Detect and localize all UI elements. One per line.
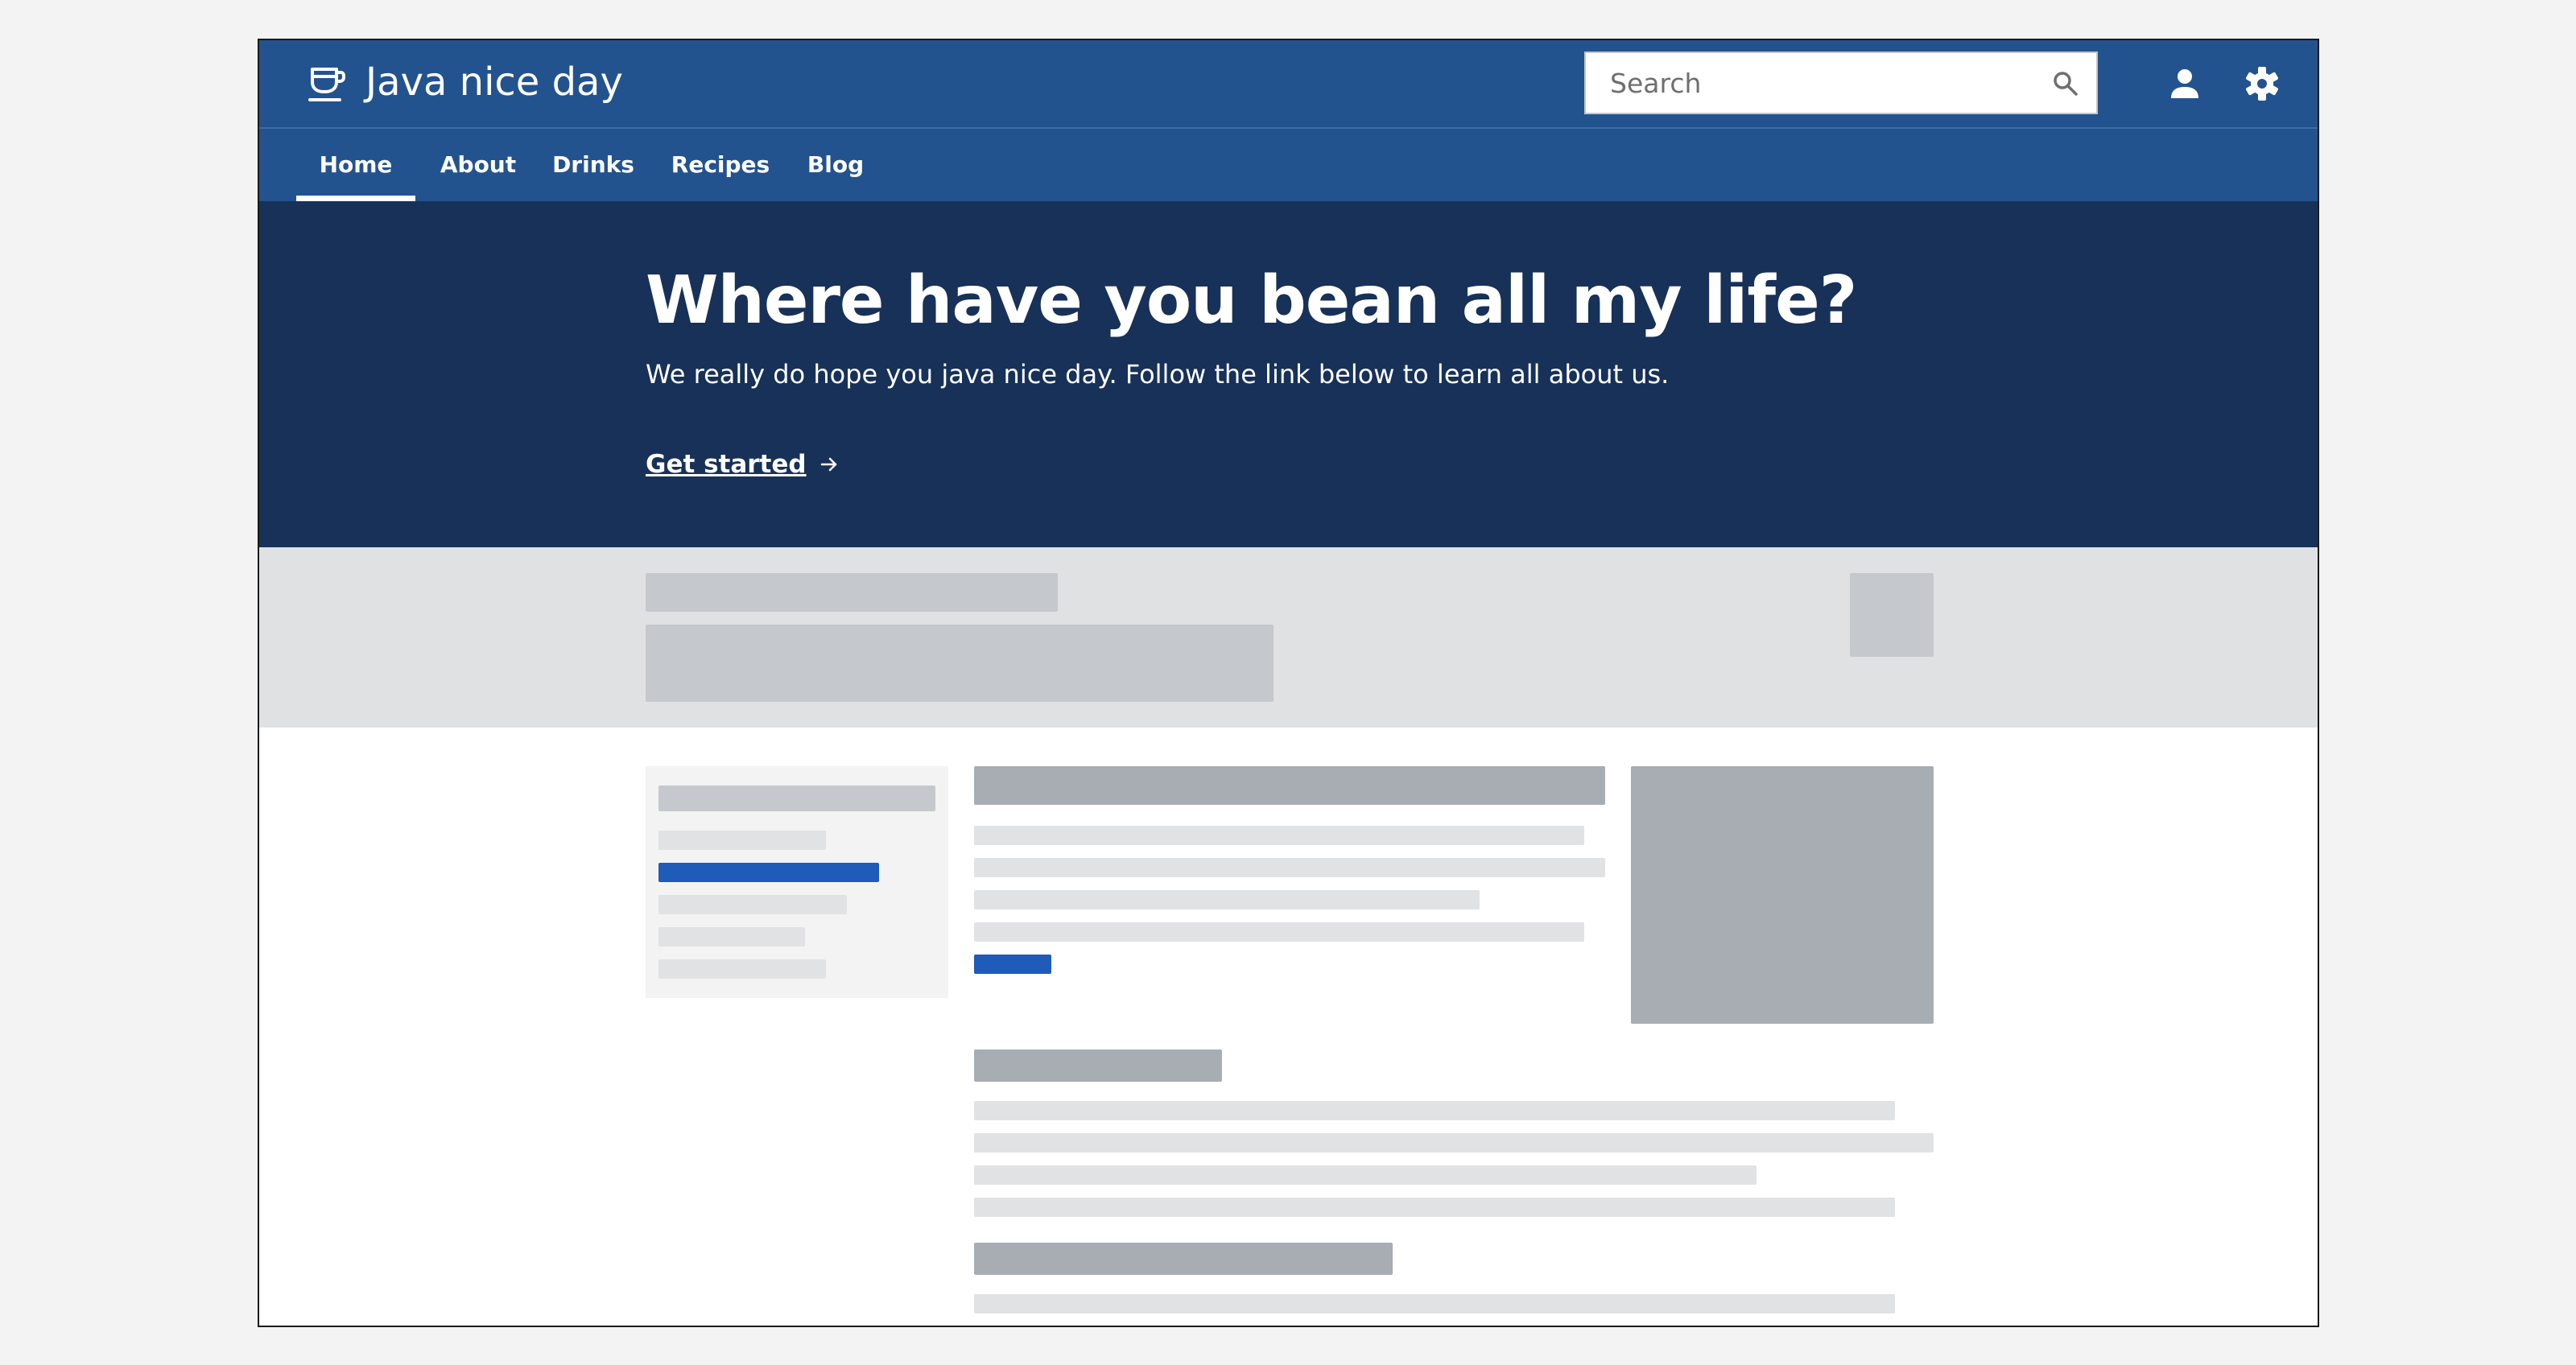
tab-home[interactable]: Home: [296, 129, 415, 201]
tab-drinks[interactable]: Drinks: [543, 129, 644, 201]
skeleton-line: [658, 927, 805, 946]
search-box[interactable]: [1584, 52, 2098, 114]
app-title[interactable]: Java nice day: [365, 58, 623, 106]
user-icon: [2171, 69, 2198, 98]
skeleton-line: [974, 922, 1584, 942]
skeleton-line: [974, 890, 1480, 909]
skeleton-line: [974, 1133, 1934, 1153]
skeleton-line: [974, 826, 1584, 845]
skeleton-band: [259, 547, 2318, 728]
gear-icon: [2246, 67, 2278, 101]
app-header: Java nice day: [259, 40, 2318, 129]
skeleton-link: [974, 955, 1051, 974]
skeleton-line: [974, 858, 1605, 877]
skeleton-line: [658, 959, 826, 979]
skeleton-heading: [974, 1243, 1393, 1275]
skeleton-line: [974, 1294, 1895, 1313]
get-started-link[interactable]: Get started: [646, 444, 839, 485]
skeleton-thumbnail: [1850, 573, 1934, 657]
tab-blog[interactable]: Blog: [795, 129, 876, 201]
skeleton-heading: [974, 766, 1605, 805]
tab-recipes[interactable]: Recipes: [662, 129, 779, 201]
get-started-label: Get started: [646, 450, 807, 479]
arrow-right-icon: [819, 444, 839, 485]
skeleton-line: [658, 831, 826, 850]
skeleton-side-panel: [646, 766, 948, 998]
search-icon[interactable]: [2051, 69, 2080, 98]
skeleton-block: [646, 625, 1274, 702]
main-nav: Home About Drinks Recipes Blog: [259, 129, 2318, 201]
hero-title: Where have you bean all my life?: [646, 262, 1857, 339]
skeleton-line: [658, 786, 935, 811]
skeleton-heading: [974, 1050, 1222, 1082]
search-input[interactable]: [1587, 55, 2038, 111]
tab-about[interactable]: About: [431, 129, 525, 201]
skeleton-line: [974, 1165, 1757, 1185]
hero-banner: Where have you bean all my life? We real…: [259, 201, 2318, 547]
skeleton-active-line: [658, 863, 879, 882]
coffee-cup-icon[interactable]: [308, 64, 348, 105]
skeleton-line: [974, 1198, 1895, 1217]
settings-button[interactable]: [2228, 50, 2296, 118]
skeleton-image: [1631, 766, 1934, 1024]
browser-frame: Java nice day Search Home About Drinks R…: [258, 39, 2319, 1327]
user-button[interactable]: [2151, 50, 2219, 118]
skeleton-line: [974, 1101, 1895, 1120]
skeleton-line: [658, 895, 847, 914]
skeleton-block: [646, 573, 1058, 612]
hero-subtitle: We really do hope you java nice day. Fol…: [646, 359, 1670, 390]
